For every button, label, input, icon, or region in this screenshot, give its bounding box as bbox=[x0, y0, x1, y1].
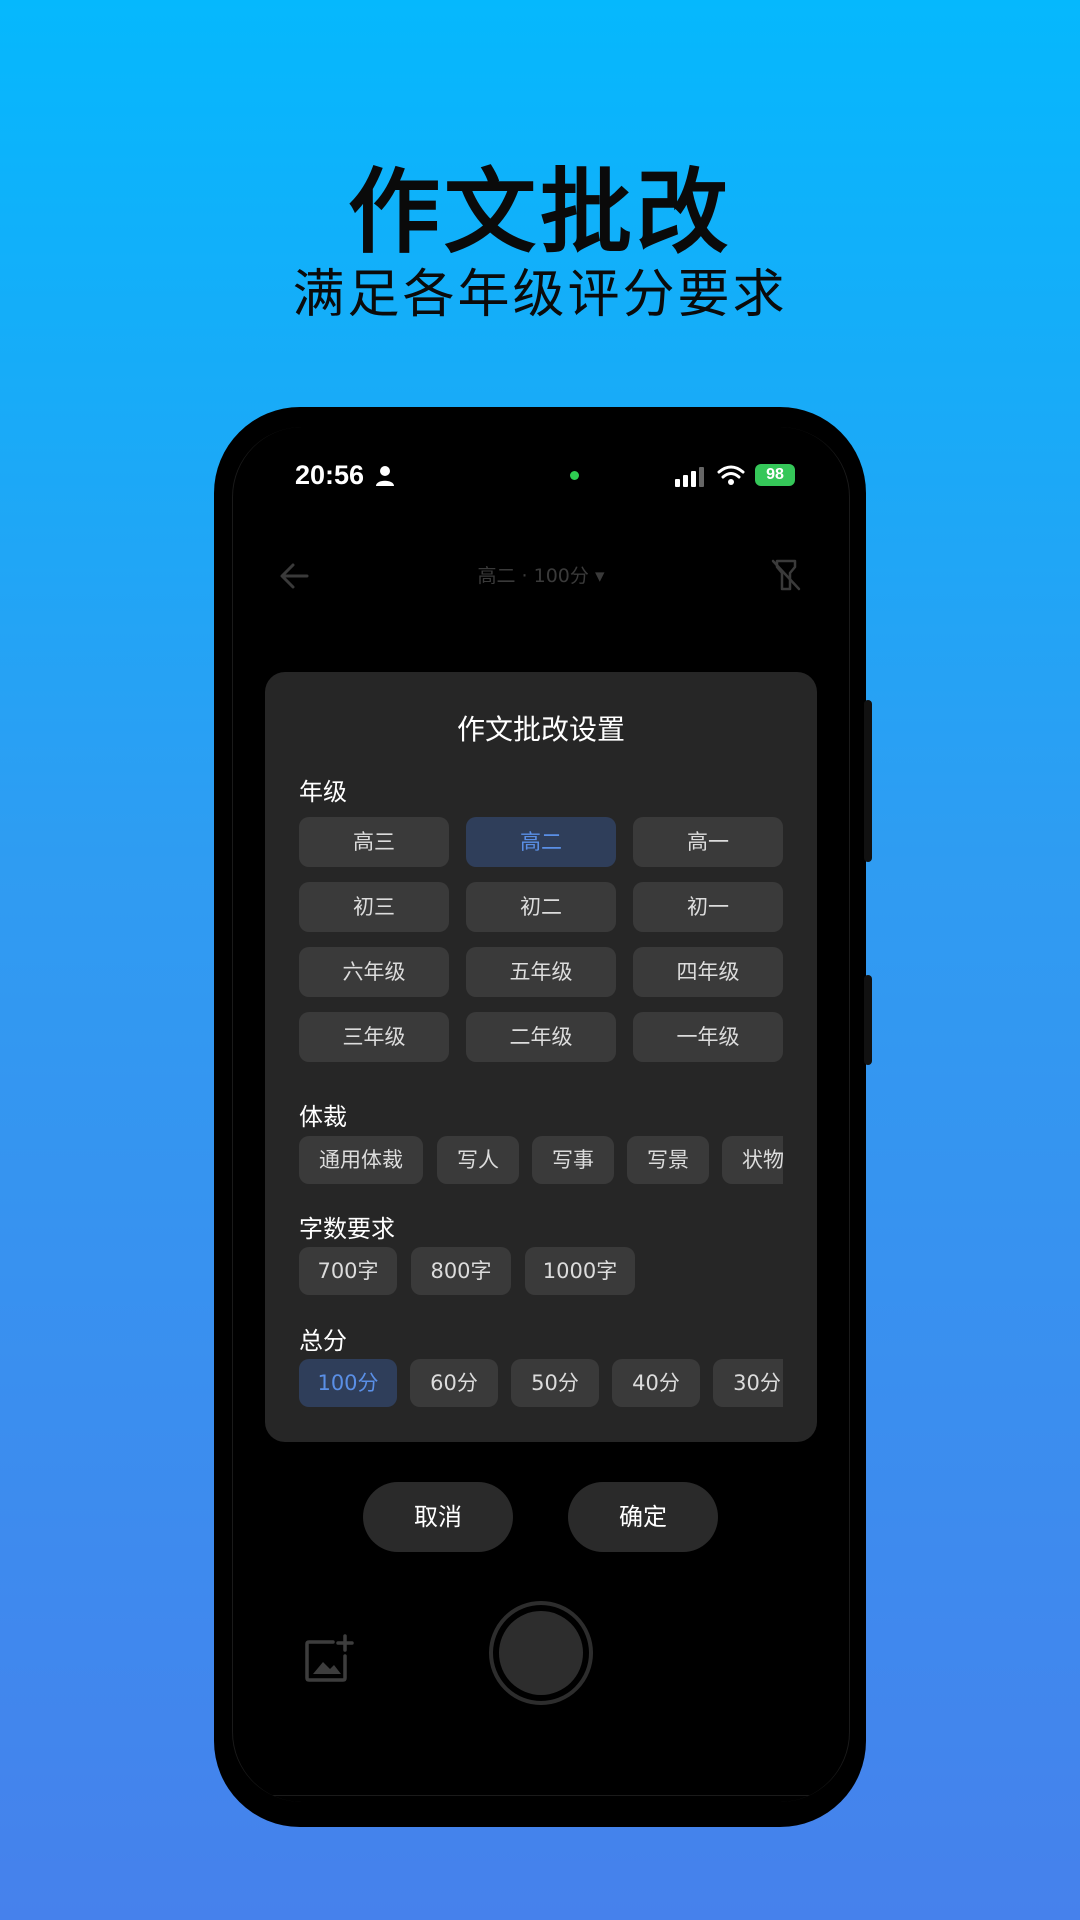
genre-section-label: 体裁 bbox=[299, 1103, 347, 1131]
grade-chip[interactable]: 高一 bbox=[633, 817, 783, 867]
dialog-title: 作文批改设置 bbox=[456, 713, 625, 746]
grade-section-label: 年级 bbox=[299, 778, 347, 806]
camera-indicator-dot bbox=[570, 471, 579, 480]
phone-screen: 20:56 98 高二 · 100分 ▾ 作文批改设置 年级 高三 高二 高一 … bbox=[232, 427, 850, 1802]
person-icon bbox=[376, 466, 394, 486]
essay-settings-dialog: 作文批改设置 年级 高三 高二 高一 初三 初二 初一 六年级 五年级 四年级 … bbox=[265, 672, 817, 1442]
word-count-chip[interactable]: 1000字 bbox=[525, 1247, 635, 1295]
cancel-button[interactable]: 取消 bbox=[363, 1482, 513, 1552]
battery-indicator: 98 bbox=[755, 464, 795, 486]
camera-top-bar: 高二 · 100分 ▾ bbox=[233, 547, 849, 607]
grade-chip[interactable]: 六年级 bbox=[299, 947, 449, 997]
phone-side-button-lower bbox=[864, 975, 872, 1065]
grade-chip[interactable]: 二年级 bbox=[466, 1012, 616, 1062]
status-bar: 20:56 98 bbox=[233, 427, 849, 527]
add-image-icon[interactable] bbox=[303, 1634, 355, 1684]
score-chip[interactable]: 40分 bbox=[612, 1359, 700, 1407]
grade-chip[interactable]: 一年级 bbox=[633, 1012, 783, 1062]
wifi-icon bbox=[717, 465, 745, 485]
grade-chip[interactable]: 四年级 bbox=[633, 947, 783, 997]
genre-chip[interactable]: 写人 bbox=[437, 1136, 519, 1184]
genre-chip[interactable]: 通用体裁 bbox=[299, 1136, 423, 1184]
grade-chip-selected[interactable]: 高二 bbox=[466, 817, 616, 867]
phone-side-button-upper bbox=[864, 700, 872, 862]
score-section-label: 总分 bbox=[299, 1327, 347, 1355]
grade-chip[interactable]: 初一 bbox=[633, 882, 783, 932]
grade-chip[interactable]: 初三 bbox=[299, 882, 449, 932]
bottom-divider bbox=[233, 1795, 849, 1796]
grade-chip[interactable]: 初二 bbox=[466, 882, 616, 932]
status-time: 20:56 bbox=[295, 460, 365, 490]
genre-chip[interactable]: 写景 bbox=[627, 1136, 709, 1184]
grade-chip[interactable]: 三年级 bbox=[299, 1012, 449, 1062]
flash-off-icon[interactable] bbox=[769, 557, 803, 593]
score-chip[interactable]: 50分 bbox=[511, 1359, 599, 1407]
word-count-chip[interactable]: 800字 bbox=[411, 1247, 511, 1295]
grade-score-selector[interactable]: 高二 · 100分 ▾ bbox=[233, 561, 849, 588]
word-count-chip[interactable]: 700字 bbox=[299, 1247, 397, 1295]
shutter-button[interactable] bbox=[499, 1611, 583, 1695]
score-chip-selected[interactable]: 100分 bbox=[299, 1359, 397, 1407]
score-chip-row: 100分 60分 50分 40分 30分 bbox=[299, 1357, 783, 1409]
signal-icon bbox=[675, 467, 704, 487]
grade-chip[interactable]: 高三 bbox=[299, 817, 449, 867]
score-chip[interactable]: 30分 bbox=[713, 1359, 783, 1407]
confirm-button[interactable]: 确定 bbox=[568, 1482, 718, 1552]
score-chip[interactable]: 60分 bbox=[410, 1359, 498, 1407]
word-count-section-label: 字数要求 bbox=[299, 1215, 395, 1243]
genre-chip[interactable]: 状物 bbox=[722, 1136, 783, 1184]
grade-chip[interactable]: 五年级 bbox=[466, 947, 616, 997]
genre-chip-row: 通用体裁 写人 写事 写景 状物 bbox=[299, 1134, 783, 1186]
genre-chip[interactable]: 写事 bbox=[532, 1136, 614, 1184]
promo-subtitle: 满足各年级评分要求 bbox=[292, 265, 788, 325]
